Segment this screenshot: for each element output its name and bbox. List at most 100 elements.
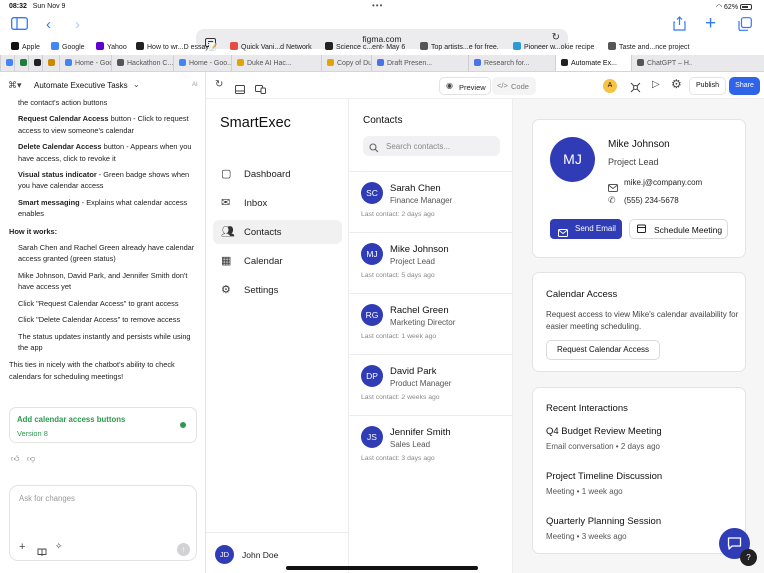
contact-avatar: MJ xyxy=(361,243,383,265)
layout-icon[interactable] xyxy=(235,81,245,99)
schedule-meeting-button[interactable]: Schedule Meeting xyxy=(629,219,728,239)
chat-icon xyxy=(727,537,742,555)
tab-label: Copy of Duk... xyxy=(337,60,371,67)
bookmark-label: How to wr...D essay📝 xyxy=(147,44,218,51)
sidebar-toggle-icon[interactable] xyxy=(11,17,28,34)
sidebar-item-inbox[interactable]: ✉ Inbox xyxy=(213,191,342,215)
bookmark-favicon-icon xyxy=(51,42,59,50)
sidebar-item-dashboard[interactable]: ▢ Dashboard xyxy=(213,162,342,186)
code-button[interactable]: </> Code xyxy=(492,77,536,95)
browser-tab-research-for[interactable]: Research for... xyxy=(468,55,555,71)
ai-response: the contact's action buttons Request Cal… xyxy=(9,97,199,387)
interaction-item[interactable]: Q4 Budget Review Meeting Email conversati… xyxy=(546,426,736,460)
contact-role: Sales Lead xyxy=(390,440,431,449)
interaction-meta: Meeting • 3 weeks ago xyxy=(546,532,627,541)
book-icon[interactable] xyxy=(37,543,47,561)
add-icon[interactable]: + xyxy=(19,541,25,553)
bookmark-science-c-ent-may-6[interactable]: Science c...ent- May 6 xyxy=(325,42,405,51)
tab-favicon-icon xyxy=(34,59,41,66)
browser-tab-automate-ex[interactable]: Automate Ex... xyxy=(555,55,631,71)
sidebar-item-settings[interactable]: ⚙ Settings xyxy=(213,278,342,302)
tabs-overview-icon[interactable] xyxy=(738,17,752,35)
sidebar-item-label: Inbox xyxy=(244,198,268,209)
status-bar: 08:32 Sun Nov 9 ••• ◠ 62% xyxy=(0,0,764,13)
step-item: Mike Johnson, David Park, and Jennifer S… xyxy=(18,270,188,292)
tools-icon[interactable] xyxy=(630,80,641,98)
bookmark-apple[interactable]: Apple xyxy=(11,42,40,51)
browser-tab-copy-of-duk[interactable]: Copy of Duk... xyxy=(321,55,371,71)
browser-tab-home-g[interactable] xyxy=(42,55,59,71)
sidebar-item-calendar[interactable]: ▦ Calendar xyxy=(213,249,342,273)
bookmark-taste-and-nce-project[interactable]: Taste and...nce project xyxy=(608,42,689,51)
search-input[interactable]: Search contacts... xyxy=(363,136,500,156)
browser-tab-chatgpt-h[interactable]: ChatGPT – H... xyxy=(631,55,692,71)
new-tab-icon[interactable]: + xyxy=(705,13,716,35)
browser-tab-g[interactable] xyxy=(0,55,14,71)
bookmark-favicon-icon xyxy=(136,42,144,50)
interaction-item[interactable]: Quarterly Planning Session Meeting • 3 we… xyxy=(546,516,736,550)
browser-tab-duke-ai-hac[interactable]: Duke AI Hac... xyxy=(231,55,321,71)
browser-tab-home-goo[interactable]: Home - Goo... xyxy=(173,55,231,71)
interaction-item[interactable]: Project Timeline Discussion Meeting • 1 w… xyxy=(546,471,736,505)
browser-tab-p[interactable] xyxy=(14,55,28,71)
settings-gear-icon[interactable]: ⚙ xyxy=(671,77,682,91)
calendar-access-card: Calendar Access Request access to view M… xyxy=(532,272,746,372)
publish-button[interactable]: Publish xyxy=(689,77,726,95)
contact-row[interactable]: RG Rachel Green Marketing Director Last con… xyxy=(349,293,513,354)
refresh-icon[interactable]: ↻ xyxy=(215,79,223,90)
share-icon[interactable] xyxy=(673,16,686,35)
user-name: John Doe xyxy=(242,550,279,560)
project-name[interactable]: Automate Executive Tasks xyxy=(34,81,128,90)
browser-tab-draft-presen[interactable]: Draft Presen... xyxy=(371,55,468,71)
responsive-icon[interactable] xyxy=(255,81,266,99)
tab-label: Hackathon C... xyxy=(127,60,173,67)
brand-title: SmartExec xyxy=(220,115,291,131)
bookmark-yahoo[interactable]: Yahoo xyxy=(96,42,127,51)
multitask-dots[interactable]: ••• xyxy=(372,1,383,10)
bookmark-pioneer-w-okie-recipe[interactable]: Pioneer w...okie recipe xyxy=(513,42,594,51)
forward-icon[interactable]: › xyxy=(75,16,80,33)
contact-avatar: SC xyxy=(361,182,383,204)
user-avatar-initials: JD xyxy=(215,545,234,564)
contact-row[interactable]: DP David Park Product Manager Last contact:… xyxy=(349,354,513,415)
browser-tab-hackathon-c[interactable]: Hackathon C... xyxy=(111,55,173,71)
contact-row[interactable]: MJ Mike Johnson Project Lead Last contact: … xyxy=(349,232,513,293)
profile-phone[interactable]: (555) 234-5678 xyxy=(624,196,679,205)
back-icon[interactable]: ‹ xyxy=(46,16,51,33)
chevron-down-icon[interactable]: ⌄ xyxy=(133,80,140,89)
bookmark-label: Google xyxy=(62,44,85,51)
help-icon[interactable]: ? xyxy=(740,549,757,566)
bookmark-how-to-wr-d-essay[interactable]: How to wr...D essay📝 xyxy=(136,42,218,51)
play-icon[interactable]: ▷ xyxy=(652,79,660,90)
user-avatar[interactable]: A xyxy=(603,79,617,93)
contact-row[interactable]: SC Sarah Chen Finance Manager Last contact:… xyxy=(349,171,513,232)
chat-input-box[interactable]: Ask for changes + ✧ ↑ xyxy=(9,485,197,561)
request-calendar-access-button[interactable]: Request Calendar Access xyxy=(546,340,660,360)
contact-row[interactable]: JS Jennifer Smith Sales Lead Last contact: … xyxy=(349,415,513,476)
thumbs-down-icon[interactable]: 👎︎ xyxy=(27,454,35,464)
preview-button[interactable]: ◉ Preview xyxy=(439,77,491,95)
feature-list: Request Calendar Access button - Click t… xyxy=(9,113,199,219)
profile-email[interactable]: mike.j@company.com xyxy=(624,178,702,187)
send-arrow-icon[interactable]: ↑ xyxy=(177,543,190,556)
mail-icon xyxy=(558,224,568,242)
interaction-title: Project Timeline Discussion xyxy=(546,471,663,482)
version-card[interactable]: Add calendar access buttons Version 8 xyxy=(9,407,197,443)
search-icon xyxy=(369,140,379,158)
bookmark-google[interactable]: Google xyxy=(51,42,85,51)
sidebar-item-contacts[interactable]: 👥︎ Contacts xyxy=(213,220,342,244)
share-button[interactable]: Share xyxy=(729,77,760,95)
send-email-button[interactable]: Send Email xyxy=(550,219,622,239)
tab-favicon-icon xyxy=(327,59,334,66)
feature-item: Delete Calendar Access button - Appears … xyxy=(9,141,199,164)
browser-tab-home-goo[interactable]: Home - Goo... xyxy=(59,55,111,71)
bookmark-quick-vani-d-network[interactable]: Quick Vani...d Network xyxy=(230,42,312,51)
browser-tab-m[interactable] xyxy=(28,55,42,71)
sparkle-icon[interactable]: ✧ xyxy=(55,541,63,552)
thumbs-up-icon[interactable]: 👍︎ xyxy=(11,454,19,464)
bookmark-top-artists-e-for-free[interactable]: Top artists...e for free. xyxy=(420,42,499,51)
sidebar-item-label: Settings xyxy=(244,285,279,296)
tab-favicon-icon xyxy=(237,59,244,66)
figma-menu-icon[interactable]: ⌘▾ xyxy=(8,80,22,91)
contact-name: Rachel Green xyxy=(390,305,449,316)
